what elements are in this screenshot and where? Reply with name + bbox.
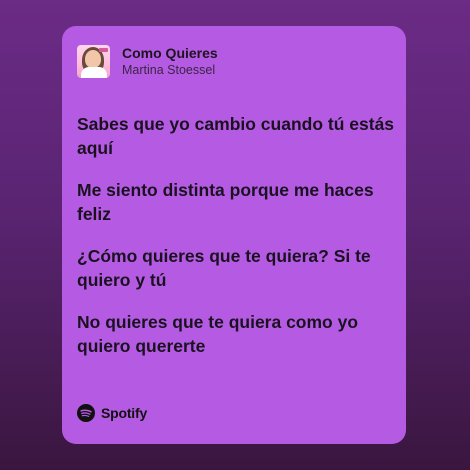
spotify-icon bbox=[77, 404, 95, 422]
album-cover bbox=[77, 44, 110, 78]
song-title: Como Quieres bbox=[122, 45, 218, 61]
lyrics-block: Sabes que yo cambio cuando tú estás aquí… bbox=[77, 112, 397, 376]
lyrics-card: Como Quieres Martina Stoessel Sabes que … bbox=[62, 26, 406, 444]
song-header[interactable]: Como Quieres Martina Stoessel bbox=[77, 44, 218, 78]
lyric-line: ¿Cómo quieres que te quiera? Si te quier… bbox=[77, 246, 371, 290]
song-meta: Como Quieres Martina Stoessel bbox=[122, 44, 218, 78]
song-artist: Martina Stoessel bbox=[122, 63, 216, 77]
spotify-wordmark: Spotify bbox=[101, 405, 148, 421]
lyric-line: No quieres que te quiera como yo quiero … bbox=[77, 312, 359, 356]
lyric-line: Sabes que yo cambio cuando tú estás aquí bbox=[77, 114, 395, 158]
lyric-line: Me siento distinta porque me haces feliz bbox=[77, 180, 374, 224]
spotify-logo[interactable]: Spotify bbox=[77, 404, 147, 422]
